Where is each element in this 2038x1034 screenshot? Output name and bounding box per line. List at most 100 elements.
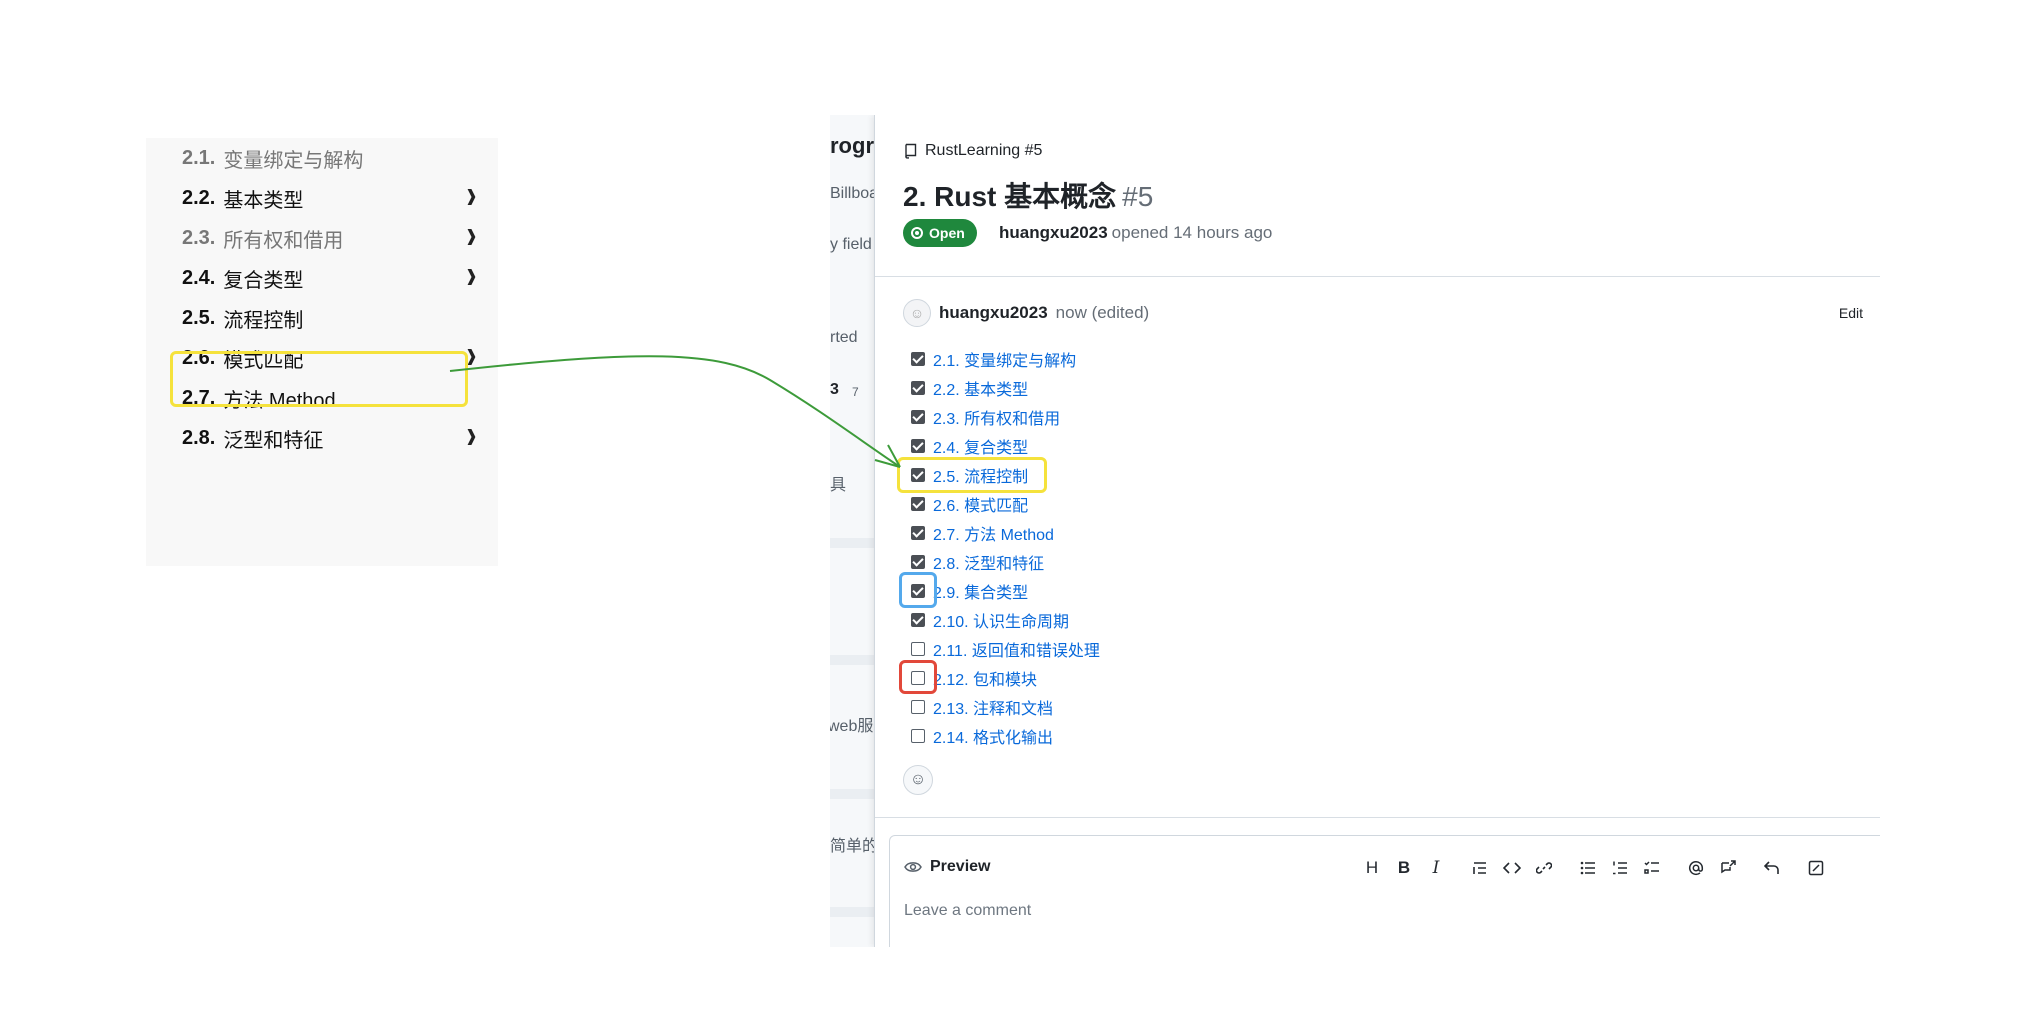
unordered-list-icon[interactable] <box>1572 854 1604 882</box>
task-link[interactable]: 2.9. 集合类型 <box>933 579 1028 603</box>
quote-icon[interactable] <box>1464 854 1496 882</box>
toc-item-2-8[interactable]: 2.8. 泛型和特征 ❱ <box>182 418 478 458</box>
toc-item-2-4[interactable]: 2.4. 复合类型 ❱ <box>182 258 478 298</box>
toc-item-label: 流程控制 <box>223 309 304 332</box>
tab-preview[interactable]: Preview <box>904 858 990 876</box>
task-list-item: 2.13. 注释和文档 <box>911 696 1053 718</box>
issue-panel: RustLearning #5 2. Rust 基本概念 #5 Open huan… <box>874 115 1880 947</box>
issue-title: 2. Rust 基本概念 #5 <box>903 175 1153 215</box>
heading-button[interactable]: H <box>1356 854 1388 882</box>
task-link[interactable]: 2.4. 复合类型 <box>933 434 1028 458</box>
task-link[interactable]: 2.14. 格式化输出 <box>933 724 1053 748</box>
task-link[interactable]: 2.11. 返回值和错误处理 <box>933 637 1100 661</box>
task-checkbox[interactable] <box>911 613 925 627</box>
task-checkbox[interactable] <box>911 352 925 366</box>
highlight-box-task-2-9 <box>899 572 937 608</box>
background-fragment: web服务 <box>830 718 874 735</box>
task-link[interactable]: 2.3. 所有权和借用 <box>933 405 1060 429</box>
toc-item-number: 2.5. <box>182 306 216 329</box>
task-checkbox[interactable] <box>911 700 925 714</box>
background-fragment: 7 <box>852 385 859 399</box>
task-list-item: 2.2. 基本类型 <box>911 377 1028 399</box>
task-link[interactable]: 2.2. 基本类型 <box>933 376 1028 400</box>
task-link[interactable]: 2.7. 方法 Method <box>933 521 1054 545</box>
toc-item-number: 2.4. <box>182 266 216 289</box>
background-divider <box>830 907 874 917</box>
toc-item-number: 2.2. <box>182 186 216 209</box>
toc-item-2-5[interactable]: 2.5. 流程控制 <box>182 298 478 338</box>
repo-reference[interactable]: RustLearning #5 <box>903 142 1042 160</box>
tab-preview-label: Preview <box>930 858 991 875</box>
chevron-right-icon[interactable]: ❱ <box>465 186 478 206</box>
issue-meta: huangxu2023 opened 14 hours ago <box>999 223 1272 243</box>
header-divider <box>875 276 1880 277</box>
repo-reference-text: RustLearning #5 <box>925 142 1043 159</box>
issue-author-link[interactable]: huangxu2023 <box>999 223 1108 242</box>
chevron-right-icon[interactable]: ❱ <box>465 426 478 446</box>
task-checkbox[interactable] <box>911 642 925 656</box>
comment-author[interactable]: huangxu2023 <box>939 303 1048 323</box>
task-list-item: 2.1. 变量绑定与解构 <box>911 348 1076 370</box>
cross-reference-icon[interactable] <box>1712 854 1744 882</box>
toc-item-number: 2.8. <box>182 426 216 449</box>
markdown-toolbar: H B I <box>1356 854 1832 882</box>
background-fragment: y field <box>830 236 872 253</box>
background-fragment: 简单的 <box>830 838 874 855</box>
background-divider <box>830 789 874 799</box>
task-link[interactable]: 2.12. 包和模块 <box>933 666 1037 690</box>
background-fragment: rted <box>830 329 858 346</box>
edit-button[interactable]: Edit <box>1839 305 1863 321</box>
background-fragment: rogre <box>830 133 874 158</box>
repo-icon <box>905 143 917 159</box>
toc-item-number: 2.1. <box>182 146 216 169</box>
task-list-item: 2.14. 格式化输出 <box>911 725 1053 747</box>
task-link[interactable]: 2.10. 认识生命周期 <box>933 608 1069 632</box>
task-checkbox[interactable] <box>911 497 925 511</box>
comment-timestamp[interactable]: now (edited) <box>1056 303 1150 323</box>
task-list-item: 2.10. 认识生命周期 <box>911 609 1069 631</box>
mention-icon[interactable] <box>1680 854 1712 882</box>
task-checkbox[interactable] <box>911 439 925 453</box>
task-checkbox[interactable] <box>911 729 925 743</box>
background-fragment: Billboa <box>830 185 874 202</box>
toc-item-label: 变量绑定与解构 <box>223 149 364 172</box>
task-list-item: 2.11. 返回值和错误处理 <box>911 638 1100 660</box>
task-checkbox[interactable] <box>911 410 925 424</box>
task-link[interactable]: 2.13. 注释和文档 <box>933 695 1053 719</box>
chevron-right-icon[interactable]: ❱ <box>465 226 478 246</box>
task-link[interactable]: 2.1. 变量绑定与解构 <box>933 347 1076 371</box>
toc-item-2-3[interactable]: 2.3. 所有权和借用 ❱ <box>182 218 478 258</box>
eye-icon <box>904 862 922 872</box>
status-badge-label: Open <box>929 225 965 241</box>
fullscreen-icon[interactable] <box>1800 854 1832 882</box>
bold-button[interactable]: B <box>1388 854 1420 882</box>
task-link[interactable]: 2.6. 模式匹配 <box>933 492 1028 516</box>
smiley-icon[interactable]: ☺ <box>903 765 933 795</box>
comment-editor: Preview H B I Leave a comment <box>889 835 1880 947</box>
reply-icon[interactable] <box>1756 854 1788 882</box>
ordered-list-icon[interactable] <box>1604 854 1636 882</box>
comment-divider <box>875 817 1880 818</box>
toc-item-number: 2.3. <box>182 226 216 249</box>
italic-button[interactable]: I <box>1420 854 1452 882</box>
link-icon[interactable] <box>1528 854 1560 882</box>
task-checkbox[interactable] <box>911 381 925 395</box>
background-divider <box>830 655 874 665</box>
task-checkbox[interactable] <box>911 555 925 569</box>
issue-opened-icon <box>911 227 923 239</box>
toc-item-2-2[interactable]: 2.2. 基本类型 ❱ <box>182 178 478 218</box>
highlight-box-task-2-12 <box>899 660 937 694</box>
task-list-item: 2.7. 方法 Method <box>911 522 1054 544</box>
toc-item-2-1[interactable]: 2.1. 变量绑定与解构 <box>182 138 478 178</box>
task-link[interactable]: 2.8. 泛型和特征 <box>933 550 1044 574</box>
status-badge: Open <box>903 219 977 247</box>
code-icon[interactable] <box>1496 854 1528 882</box>
comment-input[interactable]: Leave a comment <box>904 902 1031 920</box>
task-checkbox[interactable] <box>911 526 925 540</box>
avatar[interactable]: ☺ <box>903 299 931 327</box>
comment-header: ☺ huangxu2023 now (edited) Edit <box>903 297 1863 329</box>
task-list-icon[interactable] <box>1636 854 1668 882</box>
toc-item-label: 复合类型 <box>223 269 304 292</box>
task-list-item: 2.3. 所有权和借用 <box>911 406 1060 428</box>
chevron-right-icon[interactable]: ❱ <box>465 266 478 286</box>
